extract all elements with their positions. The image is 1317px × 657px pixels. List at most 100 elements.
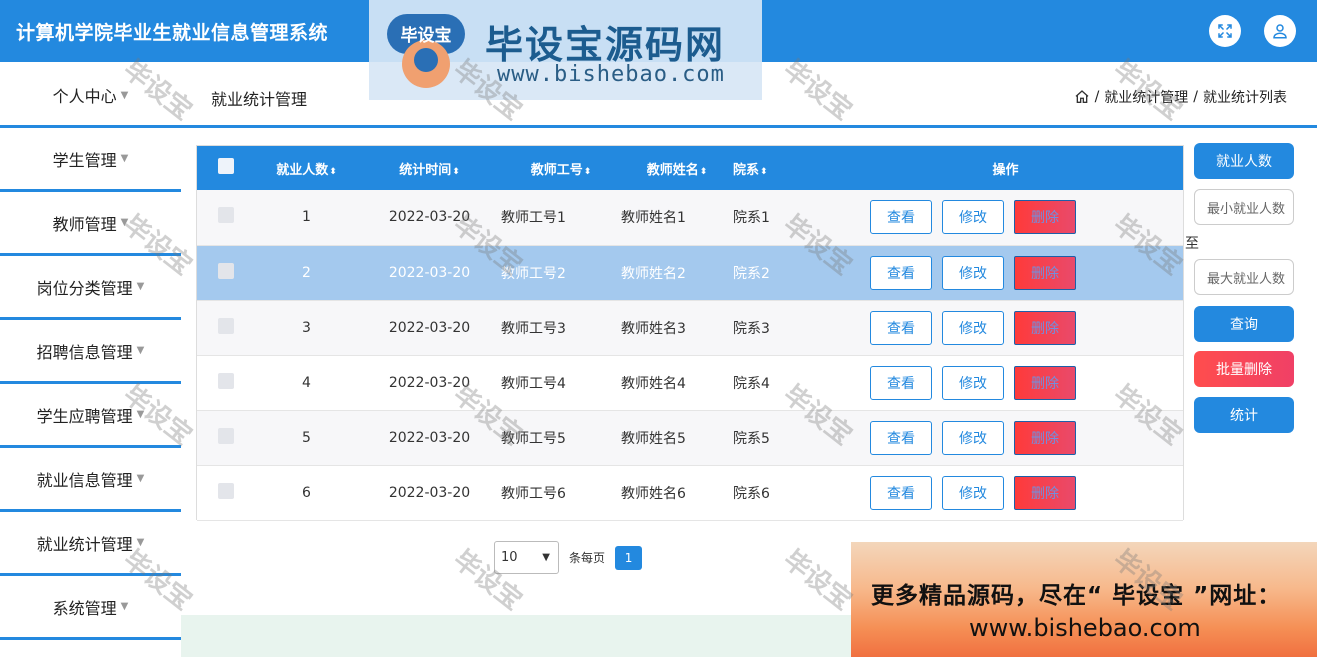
teacher-name-cell: 教师姓名4 <box>621 375 686 392</box>
column-label: 院系 <box>733 162 760 178</box>
column-header-dept[interactable]: 院系⬍ <box>733 146 828 190</box>
row-checkbox[interactable] <box>218 262 234 279</box>
column-label: 教师工号 <box>530 162 583 178</box>
sidebar-item-employment-stats[interactable]: 就业统计管理 ▼ <box>0 512 181 576</box>
chevron-down-icon: ▼ <box>542 552 550 563</box>
edit-button[interactable]: 修改 <box>942 200 1004 235</box>
search-field-label: 就业人数 <box>1194 143 1294 179</box>
delete-button[interactable]: 删除 <box>1014 420 1076 455</box>
stats-button[interactable]: 统计 <box>1194 397 1294 433</box>
delete-button[interactable]: 删除 <box>1014 200 1076 235</box>
row-checkbox[interactable] <box>218 207 234 224</box>
breadcrumb-separator: / <box>1094 89 1100 105</box>
sidebar-item-employment[interactable]: 就业信息管理 ▼ <box>0 448 181 512</box>
row-checkbox[interactable] <box>218 372 234 389</box>
edit-button[interactable]: 修改 <box>942 255 1004 290</box>
personal-center-menu[interactable]: 个人中心 ▼ <box>0 62 181 128</box>
user-icon <box>1273 24 1287 39</box>
row-checkbox[interactable] <box>218 427 234 444</box>
breadcrumb-item[interactable]: 就业统计管理 <box>1104 87 1188 107</box>
column-header-teacher-name[interactable]: 教师姓名⬍ <box>621 146 733 190</box>
actions-cell: 查看 修改 删除 <box>828 355 1183 410</box>
row-select-cell <box>197 300 255 355</box>
user-button[interactable] <box>1264 15 1296 47</box>
sidebar-item-system[interactable]: 系统管理 ▼ <box>0 576 181 640</box>
edit-button[interactable]: 修改 <box>942 365 1004 400</box>
view-button[interactable]: 查看 <box>870 200 932 235</box>
view-button[interactable]: 查看 <box>870 420 932 455</box>
edit-button[interactable]: 修改 <box>942 310 1004 345</box>
view-button[interactable]: 查看 <box>870 365 932 400</box>
view-button[interactable]: 查看 <box>870 310 932 345</box>
per-page-label: 条每页 <box>569 551 606 565</box>
query-button[interactable]: 查询 <box>1194 306 1294 342</box>
caret-down-icon: ▼ <box>136 409 145 420</box>
table-row[interactable]: 5 2022-03-20 教师工号5 教师姓名5 院系5 查看 修改 删除 <box>197 410 1183 465</box>
row-checkbox[interactable] <box>218 317 234 334</box>
caret-down-icon: ▼ <box>136 345 145 356</box>
sidebar-item-teacher[interactable]: 教师管理 ▼ <box>0 192 181 256</box>
page-size-select[interactable]: 10 ▼ <box>494 541 559 574</box>
select-all-checkbox[interactable] <box>218 158 234 174</box>
max-count-input[interactable]: 最大就业人数 <box>1194 259 1294 295</box>
app-title: 计算机学院毕业生就业信息管理系统 <box>16 22 329 44</box>
count-cell: 5 <box>302 429 311 446</box>
dept-cell: 院系3 <box>733 320 770 337</box>
logo-name: 毕设宝源码网 <box>485 23 726 67</box>
batch-delete-wrap: 批量删除 <box>1194 351 1294 387</box>
fullscreen-button[interactable] <box>1209 15 1241 47</box>
page-size-value: 10 <box>501 550 518 565</box>
column-header-count[interactable]: 就业人数⬍ <box>255 146 358 190</box>
edit-button[interactable]: 修改 <box>942 475 1004 510</box>
column-header-teacher-id[interactable]: 教师工号⬍ <box>501 146 621 190</box>
query-wrap: 查询 <box>1194 306 1294 342</box>
row-select-cell <box>197 410 255 465</box>
dept-cell: 院系2 <box>733 265 770 282</box>
teacher-id-cell: 教师工号4 <box>501 375 566 392</box>
count-cell: 6 <box>302 484 311 501</box>
delete-button[interactable]: 删除 <box>1014 475 1076 510</box>
sidebar-item-label: 学生应聘管理 <box>36 406 133 426</box>
page-number-button[interactable]: 1 <box>615 545 643 570</box>
delete-button[interactable]: 删除 <box>1014 365 1076 400</box>
sidebar-item-application[interactable]: 学生应聘管理 ▼ <box>0 384 181 448</box>
sidebar-item-recruitment[interactable]: 招聘信息管理 ▼ <box>0 320 181 384</box>
column-header-time[interactable]: 统计时间⬍ <box>358 146 501 190</box>
table-row[interactable]: 6 2022-03-20 教师工号6 教师姓名6 院系6 查看 修改 删除 <box>197 465 1183 520</box>
time-cell: 2022-03-20 <box>388 429 471 446</box>
row-select-cell <box>197 190 255 245</box>
row-select-cell <box>197 245 255 300</box>
sidebar-item-label: 招聘信息管理 <box>36 342 133 362</box>
caret-down-icon: ▼ <box>120 217 129 228</box>
sidebar-item-student[interactable]: 学生管理 ▼ <box>0 128 181 192</box>
teacher-id-cell: 教师工号1 <box>501 210 566 227</box>
delete-button[interactable]: 删除 <box>1014 310 1076 345</box>
delete-button[interactable]: 删除 <box>1014 255 1076 290</box>
caret-down-icon: ▼ <box>120 153 129 164</box>
row-checkbox[interactable] <box>218 482 234 499</box>
sidebar-item-job-category[interactable]: 岗位分类管理 ▼ <box>0 256 181 320</box>
sidebar-item-label: 就业统计管理 <box>36 534 133 554</box>
min-count-input[interactable]: 最小就业人数 <box>1194 189 1294 225</box>
view-button[interactable]: 查看 <box>870 255 932 290</box>
breadcrumb-separator: / <box>1193 89 1198 105</box>
logo-banner: 毕设宝 毕设宝源码网 www.bishebao.com <box>369 0 762 100</box>
teacher-id-cell: 教师工号3 <box>501 320 566 337</box>
dept-cell: 院系5 <box>733 430 770 447</box>
table-row[interactable]: 3 2022-03-20 教师工号3 教师姓名3 院系3 查看 修改 删除 <box>197 300 1183 355</box>
logo-url: www.bishebao.com <box>497 62 725 87</box>
caret-down-icon: ▼ <box>136 281 145 292</box>
actions-cell: 查看 修改 删除 <box>828 245 1183 300</box>
sidebar-item-label: 学生管理 <box>52 150 117 170</box>
edit-button[interactable]: 修改 <box>942 420 1004 455</box>
teacher-name-cell: 教师姓名6 <box>621 485 686 502</box>
table-row[interactable]: 4 2022-03-20 教师工号4 教师姓名4 院系4 查看 修改 删除 <box>197 355 1183 410</box>
table-row[interactable]: 2 2022-03-20 教师工号2 教师姓名2 院系2 查看 修改 删除 <box>197 245 1183 300</box>
batch-delete-button[interactable]: 批量删除 <box>1194 351 1294 387</box>
home-icon[interactable] <box>1074 89 1090 105</box>
count-cell: 1 <box>302 209 311 226</box>
pagination: 10 ▼ 条每页 1 <box>494 541 643 574</box>
time-cell: 2022-03-20 <box>388 319 471 336</box>
table-row[interactable]: 1 2022-03-20 教师工号1 教师姓名1 院系1 查看 修改 删除 <box>197 190 1183 245</box>
view-button[interactable]: 查看 <box>870 475 932 510</box>
